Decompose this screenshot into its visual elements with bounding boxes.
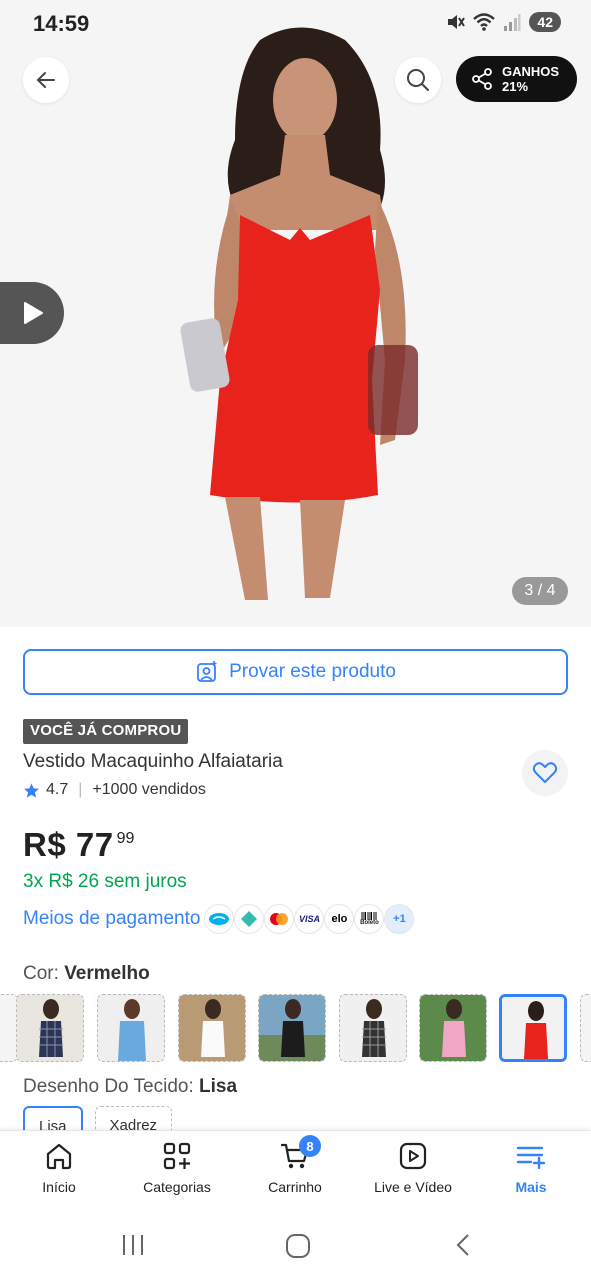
fabric-label: Desenho Do Tecido: Lisa [23,1076,237,1098]
payment-methods-link[interactable]: Meios de pagamento [23,908,200,930]
status-time: 14:59 [33,11,90,36]
pix-icon [234,904,265,934]
boleto-label: Boleto [360,919,379,926]
already-bought-badge: VOCÊ JÁ COMPROU [23,719,189,744]
categories-icon [163,1142,191,1170]
visa-icon: VISA [294,904,325,934]
try-product-label: Provar este produto [229,661,396,682]
color-swatch[interactable] [258,994,326,1062]
elo-icon: elo [324,904,355,934]
color-swatch[interactable] [16,994,84,1062]
share-icon [472,68,492,90]
nav-label-inicio: Início [42,1179,76,1195]
color-swatch[interactable] [580,994,591,1062]
image-counter: 3 / 4 [512,577,568,605]
fabric-label-text: Desenho Do Tecido: [23,1076,194,1097]
price-main: R$ 77 [23,826,114,863]
nav-item-mais[interactable]: Mais [472,1141,590,1195]
color-swatch[interactable] [178,994,246,1062]
color-swatch[interactable] [97,994,165,1062]
share-earnings-button[interactable]: GANHOS 21% [456,56,577,102]
nav-item-live-video[interactable]: Live e Vídeo [354,1141,472,1195]
cart-count-badge: 8 [299,1135,321,1157]
status-bar: 14:59 42 [0,0,591,48]
installments-info: 3x R$ 26 sem juros [23,871,187,892]
chevron-left-icon [456,1234,469,1256]
recent-apps-icon [123,1235,143,1255]
product-image-gallery[interactable]: 14:59 42 GANHOS 21% 3 / 4 [0,0,591,627]
bottom-navigation: Início Categorias 8 Carrinho Live e Víde… [0,1130,591,1214]
system-navigation-bar [0,1214,591,1280]
fabric-value: Lisa [199,1076,238,1097]
play-video-button[interactable] [0,282,64,344]
arrow-left-icon [36,72,55,88]
color-swatch[interactable] [419,994,487,1062]
try-product-button[interactable]: Provar este produto [23,649,568,695]
nav-item-inicio[interactable]: Início [0,1141,118,1195]
back-button[interactable] [23,57,69,103]
color-swatch[interactable] [339,994,407,1062]
favorite-button[interactable] [522,750,568,796]
nav-item-categorias[interactable]: Categorias [118,1141,236,1195]
share-label: GANHOS [502,64,560,79]
fabric-option-lisa[interactable]: Lisa [23,1106,83,1130]
nav-label-categorias: Categorias [143,1179,211,1195]
home-circle-icon [286,1234,310,1258]
share-value: 21% [502,79,529,94]
payment-more-badge: +1 [384,904,415,934]
sold-count: +1000 vendidos [92,781,206,798]
rating-separator: | [78,781,83,798]
nav-item-carrinho[interactable]: 8 Carrinho [236,1135,354,1195]
home-icon [46,1143,72,1170]
mute-icon [448,15,466,29]
product-title: Vestido Macaquinho Alfaiataria [23,751,283,772]
search-button[interactable] [395,57,441,103]
payment-methods-row[interactable]: Meios de pagamento VISA elo Boleto +1 [23,904,415,934]
price: R$ 77 99 [23,826,134,864]
battery-indicator: 42 [529,12,561,32]
more-menu-icon [516,1146,546,1170]
color-label-text: Cor: [23,963,59,984]
play-icon [24,302,43,324]
rating-row[interactable]: 4.7 | +1000 vendidos [23,781,206,799]
share-earnings-text: GANHOS 21% [502,64,559,94]
color-swatches [0,994,591,1064]
recent-apps-button[interactable] [120,1232,146,1263]
mercado-pago-icon [204,904,235,934]
status-icons: 42 [445,12,561,32]
back-system-button[interactable] [452,1232,476,1263]
fabric-option-xadrez[interactable]: Xadrez [94,1106,173,1130]
heart-icon [532,762,558,783]
home-system-button[interactable] [284,1232,312,1265]
mastercard-icon [264,904,295,934]
boleto-icon: Boleto [354,904,385,934]
nav-label-live-video: Live e Vídeo [374,1179,452,1195]
search-icon [407,69,429,91]
color-swatch-selected[interactable] [499,994,567,1062]
try-on-icon [197,661,217,682]
video-play-icon [399,1142,427,1170]
star-icon [24,782,39,798]
color-label: Cor: Vermelho [23,963,150,985]
fabric-options: Lisa Xadrez [23,1106,173,1130]
rating-value: 4.7 [46,781,69,798]
price-cents: 99 [116,830,135,847]
signal-icon [504,14,521,31]
nav-label-mais: Mais [515,1179,547,1195]
nav-label-carrinho: Carrinho [268,1179,322,1195]
wifi-icon [473,13,496,31]
color-value: Vermelho [64,963,150,984]
